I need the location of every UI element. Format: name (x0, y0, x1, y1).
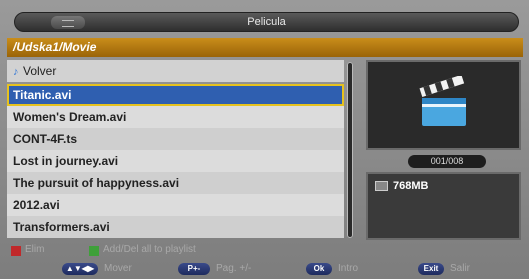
file-name: Lost in journey.avi (13, 154, 119, 168)
file-row[interactable]: The pursuit of happyness.avi (7, 172, 344, 194)
preview-panel (366, 60, 521, 150)
ok-hint-label: Intro (338, 263, 359, 274)
page-hint-label: Pag. +/- (216, 263, 252, 274)
media-browser-window: Pelicula /Udska1/Movie ♪ Volver Titanic.a… (0, 0, 529, 279)
file-name: 2012.avi (13, 198, 60, 212)
exit-key-badge: Exit (418, 263, 444, 275)
scrollbar[interactable] (347, 62, 353, 238)
current-path: /Udska1/Movie (13, 40, 97, 54)
file-row[interactable]: Titanic.avi (7, 84, 344, 106)
back-label: Volver (23, 64, 57, 78)
red-key-icon (11, 246, 21, 256)
path-bar: /Udska1/Movie (7, 38, 523, 57)
file-list: ♪ Volver Titanic.avi Women's Dream.avi CO… (7, 60, 344, 240)
red-key-label: Elim (25, 244, 45, 255)
file-row[interactable]: Transformers.avi (7, 216, 344, 238)
green-key-icon (89, 246, 99, 256)
file-name: Transformers.avi (13, 220, 110, 234)
move-key-badge: ▲▼◀▶ (62, 263, 98, 275)
music-note-icon: ♪ (13, 66, 19, 78)
key-hints-bar: ▲▼◀▶ Mover P+- Pag. +/- Ok Intro Exit Sa… (0, 262, 529, 277)
color-key-legend: Elim Add/Del all to playlist (7, 244, 344, 258)
file-counter: 001/008 (408, 155, 486, 168)
file-row[interactable]: CONT-4F.ts (7, 128, 344, 150)
scroll-thumb[interactable] (347, 62, 353, 238)
file-icon (375, 181, 388, 191)
file-row[interactable]: Women's Dream.avi (7, 106, 344, 128)
title-bar: Pelicula (14, 12, 519, 32)
file-name: The pursuit of happyness.avi (13, 176, 180, 190)
ok-key-badge: Ok (306, 263, 332, 275)
file-name: CONT-4F.ts (13, 132, 78, 146)
exit-hint-label: Salir (450, 263, 471, 274)
file-row[interactable]: Lost in journey.avi (7, 150, 344, 172)
green-key-label: Add/Del all to playlist (103, 244, 196, 255)
back-item[interactable]: ♪ Volver (7, 60, 344, 82)
file-name: Women's Dream.avi (13, 110, 127, 124)
file-size: 768MB (393, 180, 429, 192)
file-row[interactable]: 2012.avi (7, 194, 344, 216)
file-info-panel: 768MB (366, 172, 521, 240)
clapperboard-icon (419, 76, 466, 126)
file-name: Titanic.avi (13, 88, 72, 102)
move-hint-label: Mover (104, 263, 132, 274)
page-key-badge: P+- (178, 263, 210, 275)
window-title: Pelicula (247, 16, 286, 28)
